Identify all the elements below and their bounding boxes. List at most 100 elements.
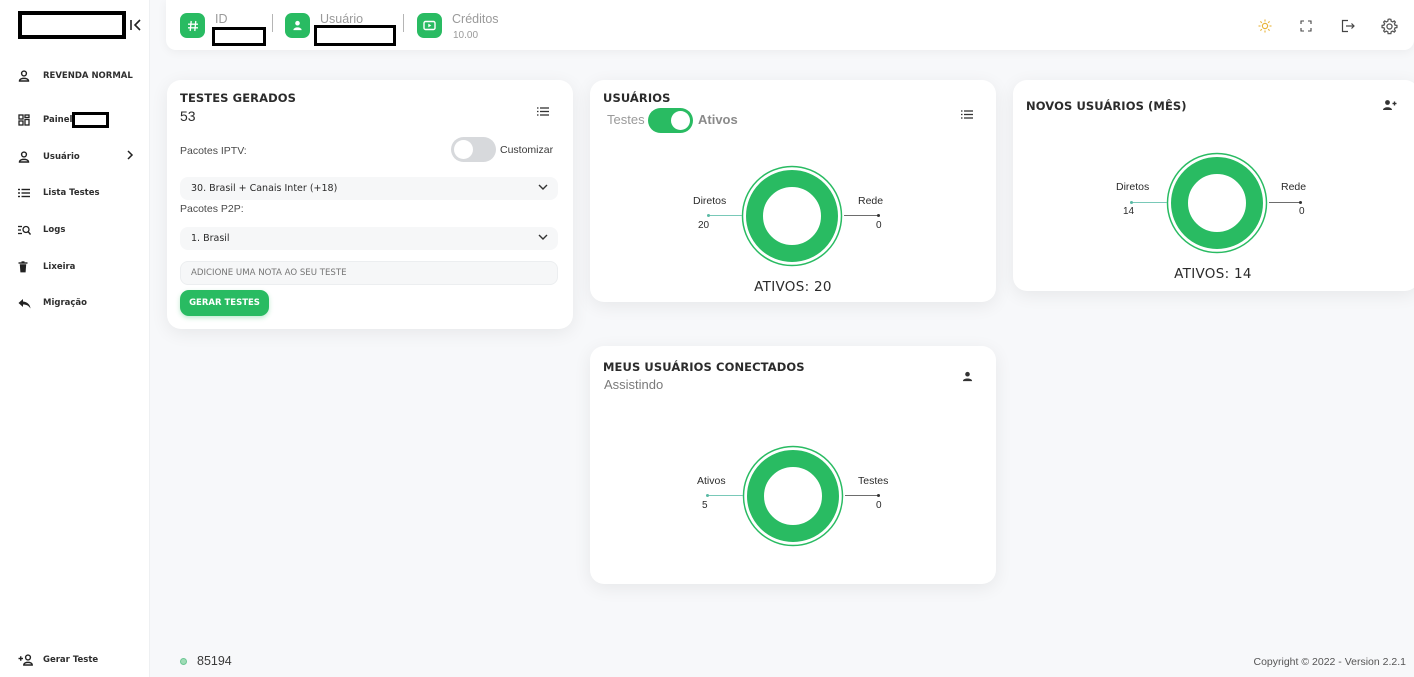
credits-label: Créditos xyxy=(452,12,499,26)
iptv-package-select[interactable]: 30. Brasil + Canais Inter (+18) xyxy=(180,177,558,200)
sidebar-item-label: Lixeira xyxy=(43,262,76,272)
connected-users-card: MEUS USUÁRIOS CONECTADOS Assistindo Ativ… xyxy=(590,346,996,584)
donut-left-label: Diretos xyxy=(1116,181,1150,193)
user-icon[interactable] xyxy=(959,369,975,383)
redacted-block xyxy=(72,112,110,128)
donut-right-connector xyxy=(845,495,878,496)
p2p-package-select[interactable]: 1. Brasil xyxy=(180,227,558,250)
sidebar-item-label: Usuário xyxy=(43,152,80,162)
sidebar-item-painel[interactable]: Painel xyxy=(18,110,142,130)
donut-right-dot xyxy=(877,494,880,497)
sidebar-item-label: Painel xyxy=(43,115,73,125)
user-badge-icon xyxy=(285,13,310,38)
sidebar-item-usuario[interactable]: Usuário xyxy=(18,147,142,167)
sidebar-item-label: Logs xyxy=(43,225,66,235)
donut-left-dot xyxy=(1130,201,1133,204)
user-type-label: REVENDA NORMAL xyxy=(43,71,133,81)
card-title: MEUS USUÁRIOS CONECTADOS xyxy=(603,360,805,374)
add-user-icon[interactable] xyxy=(1381,98,1397,112)
sidebar-item-lista-testes[interactable]: Lista Testes xyxy=(18,183,142,203)
donut-right-dot xyxy=(877,214,880,217)
p2p-packages-label: Pacotes P2P: xyxy=(180,203,244,215)
sun-icon[interactable] xyxy=(1256,17,1274,35)
status-dot-icon xyxy=(180,657,187,665)
iptv-selected-value: 30. Brasil + Canais Inter (+18) xyxy=(191,183,338,194)
sidebar-item-gerar-teste[interactable]: Gerar Teste xyxy=(18,650,142,670)
donut-left-connector xyxy=(708,215,742,216)
user-icon xyxy=(18,150,36,164)
reply-icon xyxy=(18,296,36,310)
tests-count: 53 xyxy=(180,108,196,124)
donut-right-value: 0 xyxy=(1299,206,1305,217)
list-icon xyxy=(18,186,36,200)
donut-right-label: Testes xyxy=(858,475,889,487)
topbar-divider xyxy=(272,14,273,32)
donut-left-value: 14 xyxy=(1123,206,1135,217)
chevron-down-icon xyxy=(538,183,548,194)
credits-icon xyxy=(417,13,442,38)
status-number: 85194 xyxy=(197,654,232,668)
copyright-text: Copyright © 2022 - Version 2.2.1 xyxy=(1253,656,1407,668)
donut-left-value: 5 xyxy=(702,500,708,511)
card-subtitle: Assistindo xyxy=(604,377,664,392)
users-donut-chart xyxy=(741,165,843,267)
user-value-redacted xyxy=(314,25,396,46)
generate-tests-button[interactable]: GERAR TESTES xyxy=(180,290,269,316)
hash-icon xyxy=(180,13,205,38)
logout-icon[interactable] xyxy=(1339,17,1357,35)
sidebar: REVENDA NORMAL Painel Usuário Lista Test… xyxy=(0,0,150,677)
topbar-divider xyxy=(403,14,404,32)
user-label: Usuário xyxy=(320,12,364,26)
menu-lines-icon[interactable] xyxy=(959,107,975,121)
user-icon xyxy=(18,69,36,83)
settings-gear-icon[interactable] xyxy=(1380,17,1398,35)
sidebar-item-logs[interactable]: Logs xyxy=(18,220,142,240)
toggle-right-label: Ativos xyxy=(698,112,738,127)
card-title: USUÁRIOS xyxy=(603,91,671,105)
id-label: ID xyxy=(215,12,228,26)
donut-left-connector xyxy=(707,495,743,496)
dashboard-icon xyxy=(18,113,36,127)
new-users-month-card: NOVOS USUÁRIOS (MÊS) Diretos 14 Rede 0 A… xyxy=(1013,80,1414,291)
credits-value: 10.00 xyxy=(453,30,479,41)
customize-label: Customizar xyxy=(500,144,554,156)
active-total: ATIVOS: 20 xyxy=(754,279,832,295)
trash-icon xyxy=(18,260,36,274)
donut-left-dot xyxy=(706,494,709,497)
p2p-selected-value: 1. Brasil xyxy=(191,233,230,244)
fullscreen-icon[interactable] xyxy=(1297,17,1315,35)
tests-generated-card: TESTES GERADOS 53 Pacotes IPTV: Customiz… xyxy=(167,80,573,329)
donut-right-connector xyxy=(844,215,878,216)
user-type-item: REVENDA NORMAL xyxy=(18,66,142,86)
donut-left-connector xyxy=(1131,202,1167,203)
donut-left-label: Ativos xyxy=(697,475,726,487)
donut-right-value: 0 xyxy=(876,220,882,231)
sidebar-item-lixeira[interactable]: Lixeira xyxy=(18,257,142,277)
customize-toggle[interactable] xyxy=(451,137,496,162)
chevron-right-icon xyxy=(126,150,134,163)
tests-actives-toggle[interactable] xyxy=(648,108,693,133)
topbar: ID Usuário Créditos 10.00 xyxy=(166,0,1414,50)
card-title: TESTES GERADOS xyxy=(180,91,297,105)
sidebar-item-migracao[interactable]: Migração xyxy=(18,293,142,313)
donut-left-value: 20 xyxy=(698,220,710,231)
donut-left-dot xyxy=(707,214,710,217)
search-list-icon xyxy=(18,223,36,237)
donut-right-label: Rede xyxy=(1281,181,1307,193)
card-title: NOVOS USUÁRIOS (MÊS) xyxy=(1026,99,1187,113)
users-card: USUÁRIOS Testes Ativos Diretos 20 Rede 0… xyxy=(590,80,996,302)
add-user-icon xyxy=(18,653,36,667)
iptv-packages-label: Pacotes IPTV: xyxy=(180,145,247,157)
collapse-sidebar-icon[interactable] xyxy=(128,16,144,34)
sidebar-item-label: Gerar Teste xyxy=(43,655,99,665)
test-note-input[interactable] xyxy=(180,261,558,285)
sidebar-item-label: Migração xyxy=(43,298,87,308)
menu-lines-icon[interactable] xyxy=(535,104,551,118)
donut-right-connector xyxy=(1269,202,1300,203)
connected-donut-chart xyxy=(742,445,844,547)
footer-status: 85194 xyxy=(180,654,232,668)
donut-right-label: Rede xyxy=(858,195,884,207)
sidebar-item-label: Lista Testes xyxy=(43,188,100,198)
logo-redacted xyxy=(18,11,126,39)
id-value-redacted xyxy=(212,27,266,46)
